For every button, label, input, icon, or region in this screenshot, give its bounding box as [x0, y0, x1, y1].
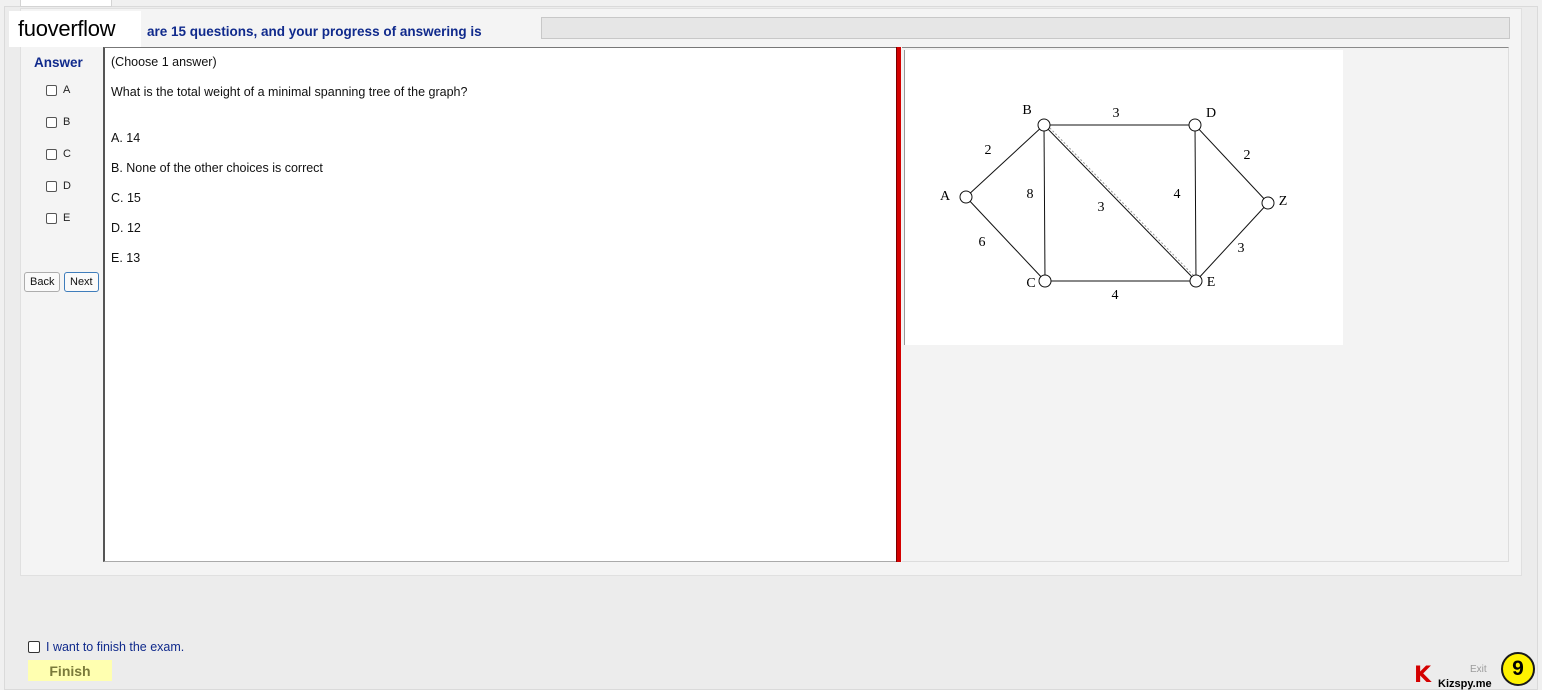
- brand-logo: fuoverflow: [9, 11, 141, 47]
- choice-d: D. 12: [111, 221, 141, 235]
- progress-bar: [541, 17, 1510, 39]
- panel-splitter[interactable]: [896, 47, 901, 562]
- graph-svg: 2 6 8 3 3 4 2 4 3 A B C D E Z: [940, 103, 1288, 303]
- choice-c: C. 15: [111, 191, 141, 205]
- kizspy-label: Kizspy.me: [1438, 678, 1492, 690]
- choice-e: E. 13: [111, 251, 141, 265]
- next-button[interactable]: Next: [64, 272, 99, 292]
- graph-edge-weight: 3: [1113, 106, 1120, 121]
- progress-label: are 15 questions, and your progress of a…: [147, 24, 482, 39]
- graph-edge-bc: [1043, 124, 1046, 282]
- graph-edge-weight: 2: [985, 143, 992, 158]
- choice-b: B. None of the other choices is correct: [111, 161, 323, 175]
- graph-figure: 2 6 8 3 3 4 2 4 3 A B C D E Z: [904, 50, 1343, 345]
- graph-node-c: [1038, 274, 1052, 288]
- answer-option-e[interactable]: E: [46, 212, 70, 224]
- answer-option-b[interactable]: B: [46, 116, 70, 128]
- answer-checkbox-b[interactable]: [46, 116, 57, 128]
- top-tab[interactable]: [20, 0, 112, 7]
- graph-edge-weight: 3: [1238, 241, 1245, 256]
- graph-edge-ez: [1195, 202, 1269, 282]
- finish-checkbox-label: I want to finish the exam.: [46, 640, 185, 654]
- choice-a: A. 14: [111, 131, 141, 145]
- graph-node-label: C: [1026, 276, 1035, 291]
- finish-checkbox-box[interactable]: [28, 641, 40, 653]
- answer-option-label: C: [63, 148, 71, 160]
- graph-edge-weight: 6: [979, 235, 986, 250]
- back-button[interactable]: Back: [24, 272, 61, 292]
- graph-edge-dz: [1194, 124, 1269, 204]
- kizspy-logo-icon: K: [1414, 663, 1432, 688]
- answer-option-a[interactable]: A: [46, 84, 70, 96]
- graph-node-label: B: [1022, 103, 1031, 118]
- answer-checkbox-e[interactable]: [46, 212, 57, 224]
- answer-checkbox-d[interactable]: [46, 180, 57, 192]
- finish-checkbox[interactable]: I want to finish the exam.: [28, 640, 184, 654]
- answer-option-label: E: [63, 212, 71, 224]
- graph-edge-weight: 4: [1174, 187, 1181, 202]
- answer-option-label: A: [63, 84, 71, 96]
- graph-node-b: [1037, 118, 1051, 132]
- question-number-badge: 9: [1501, 652, 1535, 686]
- graph-edge-weight: 3: [1098, 200, 1105, 215]
- question-panel: [103, 47, 897, 562]
- answer-option-c[interactable]: C: [46, 148, 71, 160]
- graph-node-label: A: [940, 189, 951, 204]
- graph-node-e: [1189, 274, 1203, 288]
- graph-edge-de: [1194, 124, 1197, 282]
- answer-checkbox-c[interactable]: [46, 148, 57, 160]
- answer-checkbox-a[interactable]: [46, 84, 57, 96]
- question-instruction: (Choose 1 answer): [111, 55, 217, 69]
- graph-node-z: [1261, 196, 1275, 210]
- graph-edge-be: [1043, 124, 1197, 282]
- graph-node-d: [1188, 118, 1202, 132]
- graph-node-label: D: [1206, 106, 1216, 121]
- graph-edge-weight: 2: [1244, 148, 1251, 163]
- graph-edge-weight: 8: [1027, 187, 1034, 202]
- question-text: What is the total weight of a minimal sp…: [111, 85, 468, 99]
- answer-option-label: B: [63, 116, 71, 128]
- graph-node-label: E: [1207, 275, 1216, 290]
- answer-option-label: D: [63, 180, 71, 192]
- exit-button[interactable]: Exit: [1470, 664, 1487, 675]
- graph-node-label: Z: [1279, 194, 1288, 209]
- answer-label: Answer: [34, 55, 83, 70]
- graph-node-a: [959, 190, 973, 204]
- answer-option-d[interactable]: D: [46, 180, 71, 192]
- finish-button[interactable]: Finish: [28, 660, 112, 681]
- graph-edge-weight: 4: [1112, 288, 1119, 303]
